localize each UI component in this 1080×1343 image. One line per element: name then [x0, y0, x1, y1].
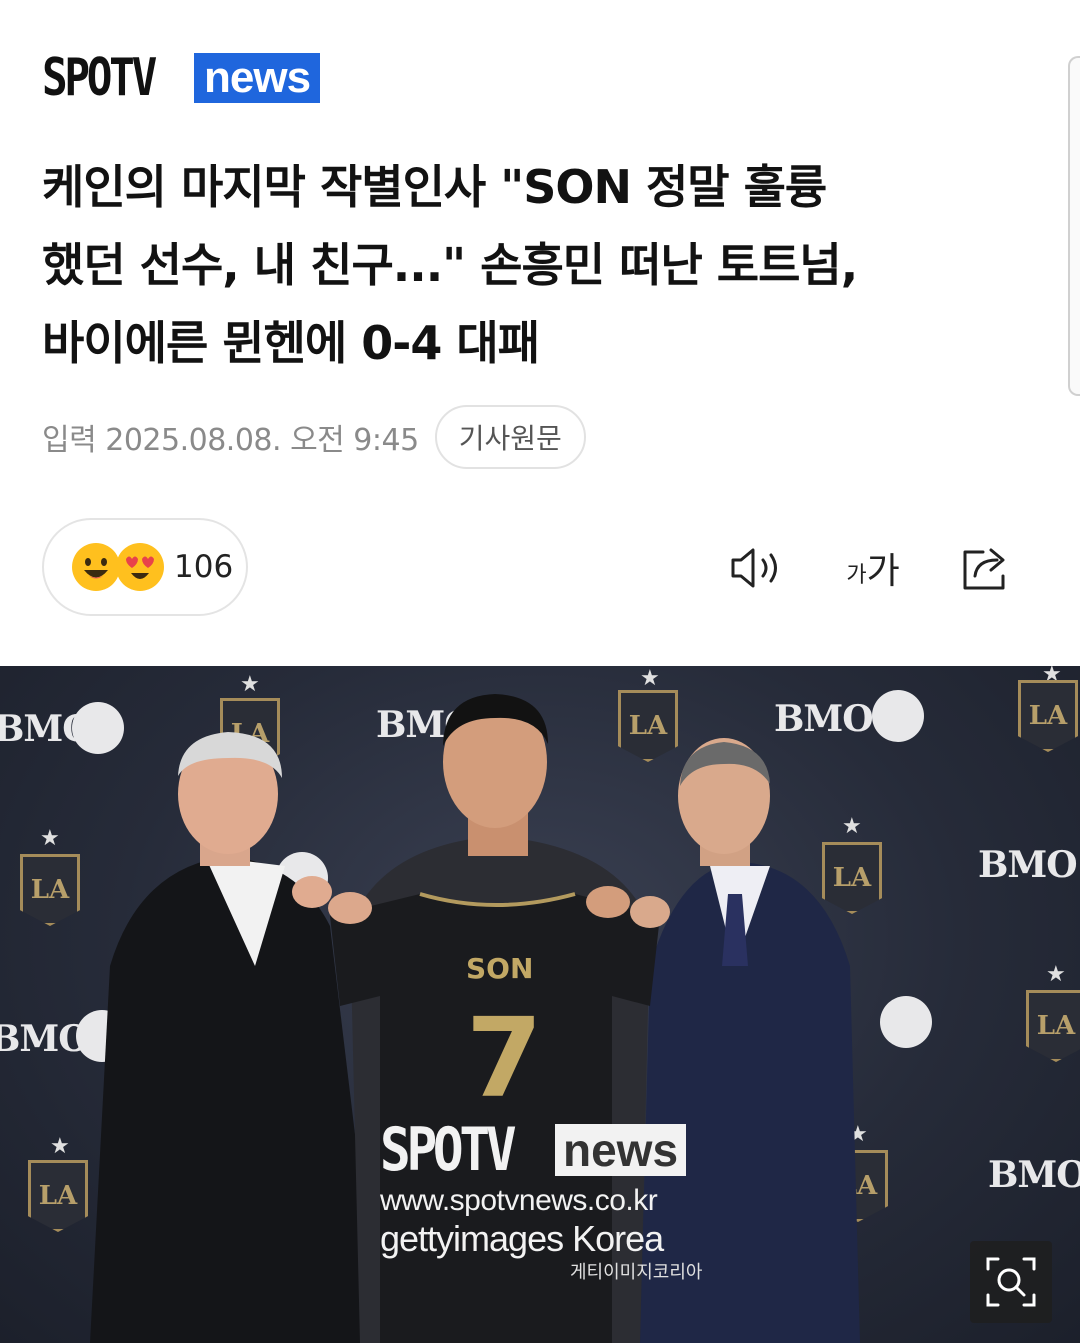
share-icon[interactable]	[956, 538, 1016, 598]
photo-watermark: SPOTV news www.spotvnews.co.kr gettyimag…	[380, 1120, 740, 1284]
watermark-logo: SPOTV news	[380, 1120, 740, 1180]
zoom-button[interactable]	[970, 1241, 1052, 1323]
watermark-url: www.spotvnews.co.kr	[380, 1184, 658, 1217]
original-article-button[interactable]: 기사원문	[434, 405, 586, 469]
logo-spotv-text: SPOTV	[42, 48, 157, 108]
watermark-news: news	[555, 1124, 687, 1176]
headline-line: 했던 선수, 내 친구..." 손흥민 떠난 토트넘,	[42, 238, 858, 292]
font-size-large-label: 가	[866, 551, 900, 592]
font-size-small-label: 가	[846, 563, 867, 588]
published-date: 입력 2025.08.08. 오전 9:45	[42, 423, 419, 458]
jersey-number: 7	[466, 994, 543, 1122]
scrollbar-thumb[interactable]	[1068, 56, 1080, 396]
watermark-spotv: SPOTV	[380, 1115, 517, 1185]
article-toolbar: 가 가	[0, 538, 1080, 598]
font-size-icon[interactable]: 가 가	[838, 538, 908, 598]
article-headline: 케인의 마지막 작별인사 "SON 정말 훌륭 했던 선수, 내 친구..." …	[42, 148, 1042, 382]
jersey-name: SON	[466, 952, 533, 985]
speaker-icon[interactable]	[726, 538, 786, 598]
article-photo[interactable]: BMO BMO BMO BMO BMO BMO ★ LA ★ LA ★ LA ★…	[0, 666, 1080, 1343]
headline-line: 케인의 마지막 작별인사 "SON 정말 훌륭	[42, 160, 827, 214]
watermark-getty: gettyimages Korea	[380, 1218, 664, 1259]
article-meta: 입력 2025.08.08. 오전 9:45 기사원문	[42, 404, 586, 470]
headline-line: 바이에른 뮌헨에 0-4 대패	[42, 316, 540, 370]
logo-news-text: news	[194, 53, 321, 103]
zoom-icon	[986, 1257, 1036, 1307]
watermark-getty-korean: 게티이미지코리아	[570, 1262, 703, 1283]
spotv-news-logo[interactable]: SPOTV news	[42, 48, 321, 108]
